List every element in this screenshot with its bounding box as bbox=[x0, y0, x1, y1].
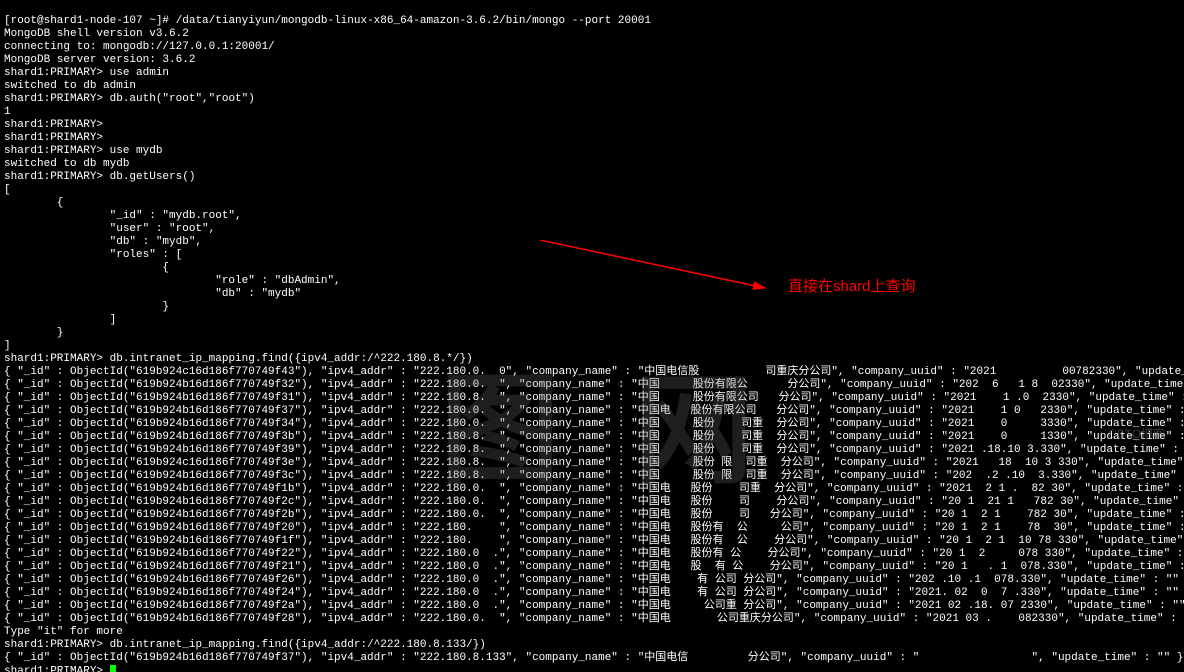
primary-prompt: shard1:PRIMARY> bbox=[4, 171, 110, 183]
cmd-use-mydb: use mydb bbox=[110, 145, 163, 157]
cmd-auth: db.auth("root","root") bbox=[110, 93, 255, 105]
connect-line: connecting to: mongodb://127.0.0.1:20001… bbox=[4, 41, 275, 53]
primary-prompt: shard1:PRIMARY> bbox=[4, 119, 110, 131]
primary-prompt: shard1:PRIMARY> bbox=[4, 67, 110, 79]
terminal-output: [root@shard1-node-107 ~]# /data/tianyiyu… bbox=[0, 0, 1184, 672]
cmd-find-2: db.intranet_ip_mapping.find({ipv4_addr:/… bbox=[110, 639, 486, 651]
primary-prompt: shard1:PRIMARY> bbox=[4, 665, 110, 672]
primary-prompt: shard1:PRIMARY> bbox=[4, 145, 110, 157]
cmd-getusers: db.getUsers() bbox=[110, 171, 196, 183]
annotation-text: 直接在shard上查询 bbox=[788, 280, 916, 293]
auth-result: 1 bbox=[4, 106, 11, 118]
type-it: Type "it" for more bbox=[4, 626, 123, 638]
command-mongo: /data/tianyiyun/mongodb-linux-x86_64-ama… bbox=[176, 15, 651, 27]
find2-result: { "_id" : ObjectId("619b924b16d186f77074… bbox=[4, 652, 1183, 664]
switched-mydb: switched to db mydb bbox=[4, 158, 129, 170]
primary-prompt: shard1:PRIMARY> bbox=[4, 353, 110, 365]
cursor-icon[interactable] bbox=[110, 665, 116, 672]
shell-prompt: [root@shard1-node-107 ~]# bbox=[4, 15, 176, 27]
getusers-result: [ { "_id" : "mydb.root", "user" : "root"… bbox=[4, 184, 341, 352]
switched-admin: switched to db admin bbox=[4, 80, 136, 92]
query-result-rows: { "_id" : ObjectId("619b924c16d186f77074… bbox=[4, 366, 1184, 625]
cmd-use-admin: use admin bbox=[110, 67, 169, 79]
primary-prompt: shard1:PRIMARY> bbox=[4, 132, 110, 144]
primary-prompt: shard1:PRIMARY> bbox=[4, 639, 110, 651]
primary-prompt: shard1:PRIMARY> bbox=[4, 93, 110, 105]
cmd-find-1: db.intranet_ip_mapping.find({ipv4_addr:/… bbox=[110, 353, 473, 365]
shell-version: MongoDB shell version v3.6.2 bbox=[4, 28, 189, 40]
server-version: MongoDB server version: 3.6.2 bbox=[4, 54, 195, 66]
